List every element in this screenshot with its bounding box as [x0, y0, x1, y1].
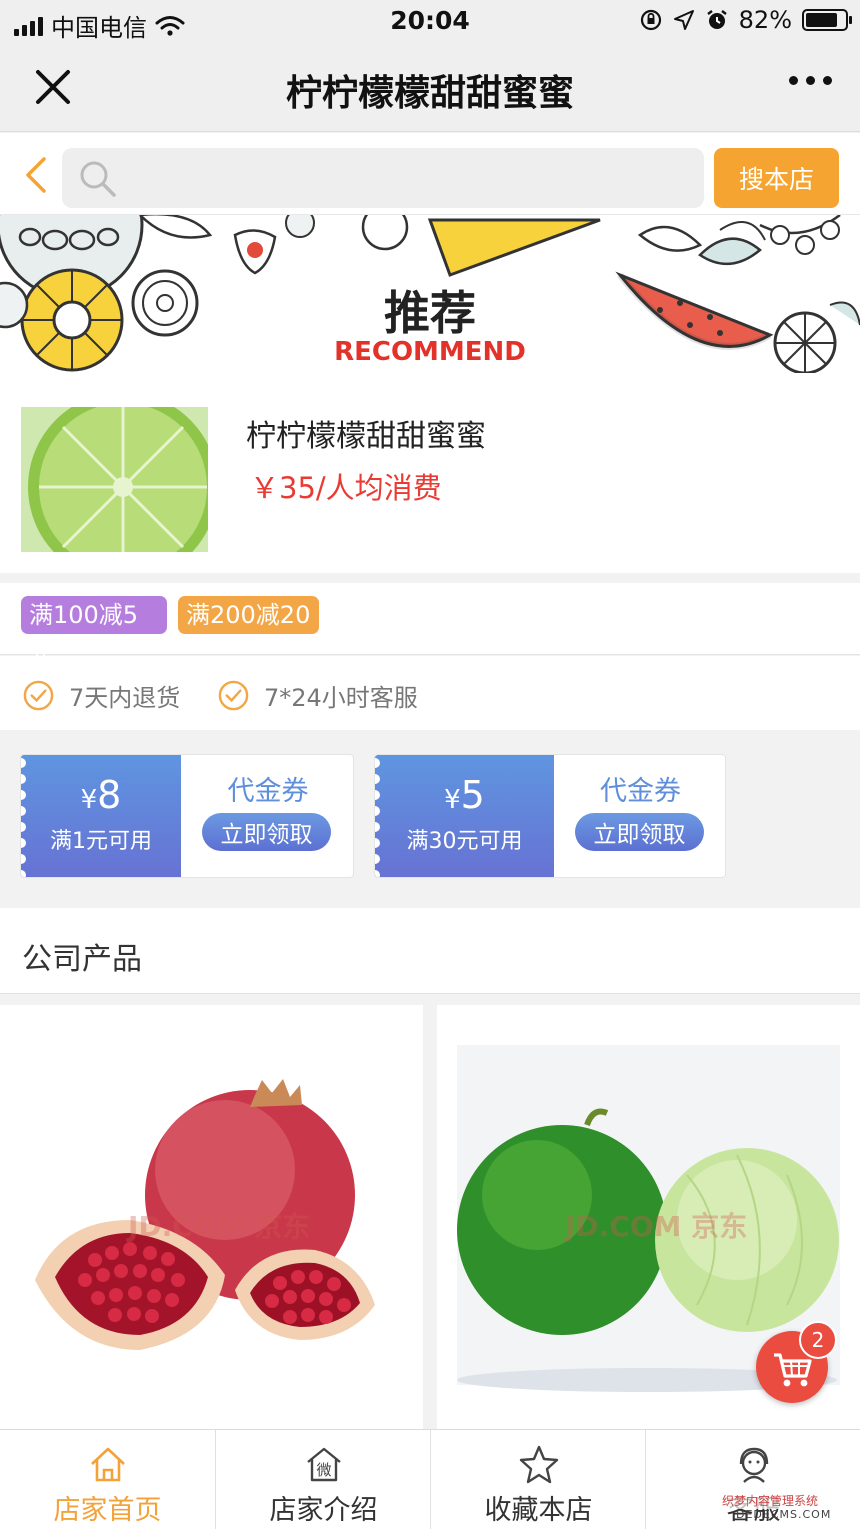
service-label: 7天内退货	[69, 684, 181, 712]
coupon-list: ¥8 满1元可用 代金券 立即领取 ¥5 满30元可用 代金券 立即领取	[0, 730, 860, 908]
battery-percent: 82%	[738, 6, 792, 34]
check-circle-icon	[23, 680, 54, 711]
tab-home[interactable]: 店家首页	[0, 1430, 215, 1529]
tab-label: 店家首页	[53, 1495, 162, 1526]
back-arrow-icon[interactable]	[20, 155, 50, 195]
service-item: 7*24小时客服	[217, 678, 418, 713]
nav-bar: 柠柠檬檬甜甜蜜蜜	[0, 44, 860, 132]
tab-favorite[interactable]: 收藏本店	[430, 1430, 645, 1529]
svg-text:微: 微	[316, 1461, 331, 1479]
product-grid: JD.COM 京东 JD.COM 京东	[0, 995, 860, 1429]
search-bar: 搜本店	[0, 133, 860, 215]
cart-count-badge: 2	[799, 1321, 837, 1359]
recommend-banner: 推荐 RECOMMEND	[0, 215, 860, 373]
battery-icon	[802, 9, 852, 31]
promo-tag: 满100减5元	[21, 596, 167, 667]
location-icon	[673, 10, 694, 30]
coupon-card: ¥5 满30元可用 代金券 立即领取	[374, 754, 726, 878]
service-label: 7*24小时客服	[264, 684, 418, 712]
coupon-title: 代金券	[227, 776, 309, 807]
promo-tags: 满100减5元 满200减20	[0, 583, 860, 667]
status-bar: 中国电信 20:04 82%	[0, 0, 860, 44]
coupon-amount: ¥8	[80, 773, 122, 817]
check-circle-icon	[218, 680, 249, 711]
site-watermark-url: DEDECMS.COM	[736, 1508, 832, 1521]
coupon-card: ¥8 满1元可用 代金券 立即领取	[20, 754, 354, 878]
star-icon	[519, 1445, 559, 1484]
store-name: 柠柠檬檬甜甜蜜蜜	[246, 419, 486, 454]
coupon-condition: 满1元可用	[50, 829, 152, 854]
coupon-condition: 满30元可用	[406, 829, 523, 854]
search-store-button[interactable]: 搜本店	[714, 148, 839, 208]
home-icon	[91, 1447, 125, 1482]
service-guarantees: 7天内退货 7*24小时客服	[0, 656, 860, 730]
coupon-edge	[375, 758, 380, 877]
coupon-title: 代金券	[600, 776, 681, 807]
status-right: 82%	[639, 6, 852, 34]
coupon-amount: ¥5	[444, 773, 485, 817]
alarm-icon	[706, 10, 727, 29]
promo-tag: 满200减20	[178, 596, 319, 634]
avg-price: ￥35/人均消费	[250, 471, 442, 505]
product-watermark: JD.COM 京东	[565, 1210, 748, 1243]
search-icon	[80, 161, 116, 197]
store-summary: 柠柠檬檬甜甜蜜蜜 ￥35/人均消费	[0, 373, 860, 573]
tab-label: 收藏本店	[484, 1495, 593, 1526]
products-section-header: 公司产品	[0, 908, 860, 994]
coupon-value-panel: ¥8 满1元可用	[21, 755, 181, 877]
service-icon	[739, 1447, 769, 1483]
banner-subtitle: RECOMMEND	[334, 337, 526, 367]
shop-icon: 微	[307, 1447, 341, 1482]
site-watermark: 织梦内容管理系统	[722, 1492, 819, 1509]
tab-label: 店家介绍	[269, 1495, 378, 1526]
rotation-lock-icon	[640, 9, 661, 31]
page-title: 柠柠檬檬甜甜蜜蜜	[285, 73, 574, 114]
coupon-value-panel: ¥5 满30元可用	[375, 755, 554, 877]
bottom-tab-bar: 店家首页 微 店家介绍 收藏本店 客服	[0, 1429, 860, 1529]
claim-coupon-button[interactable]: 立即领取	[202, 813, 331, 851]
more-icon[interactable]	[789, 76, 832, 85]
product-watermark: JD.COM 京东	[128, 1210, 311, 1243]
section-title: 公司产品	[22, 942, 142, 977]
coupon-edge	[21, 758, 26, 877]
tab-shop-intro[interactable]: 微 店家介绍	[215, 1430, 430, 1529]
service-item: 7天内退货	[22, 678, 180, 713]
search-input[interactable]	[62, 148, 704, 208]
battery-fill	[806, 13, 838, 27]
claim-coupon-button[interactable]: 立即领取	[575, 813, 704, 851]
product-card-pomegranate[interactable]: JD.COM 京东	[0, 1005, 423, 1429]
lime-thumbnail[interactable]	[21, 407, 208, 552]
banner-title: 推荐	[384, 286, 476, 340]
